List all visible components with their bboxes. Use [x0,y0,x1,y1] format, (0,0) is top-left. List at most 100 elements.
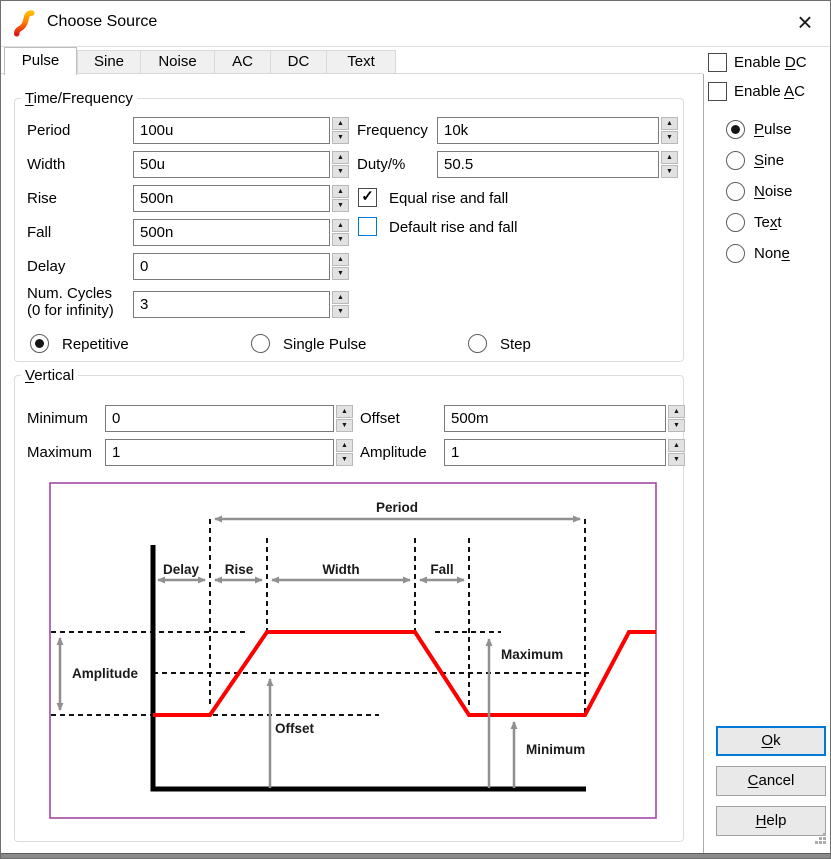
source-radio-sine-label: Sine [754,152,784,169]
width-input[interactable] [133,151,330,178]
window-bottom-border [1,853,830,859]
source-radio-text[interactable] [726,213,745,232]
rise-spinner[interactable]: ▲ ▼ [332,185,349,212]
equal-rise-fall-checkbox[interactable]: ✓ [358,188,377,207]
tab-ac[interactable]: AC [214,50,271,74]
frequency-input[interactable] [437,117,659,144]
spin-down-icon[interactable]: ▼ [668,419,685,432]
amplitude-input[interactable] [444,439,666,466]
spin-down-icon[interactable]: ▼ [336,453,353,466]
diagram-label-period: Period [376,500,418,515]
spin-down-icon[interactable]: ▼ [332,305,349,318]
minimum-spinner[interactable]: ▲ ▼ [336,405,353,432]
fall-input[interactable] [133,219,330,246]
source-radio-sine[interactable] [726,151,745,170]
ok-button[interactable]: Ok [716,726,826,756]
amplitude-spinner[interactable]: ▲ ▼ [668,439,685,466]
minimum-input[interactable] [105,405,334,432]
tab-text[interactable]: Text [326,50,396,74]
spin-up-icon[interactable]: ▲ [336,439,353,452]
offset-spinner[interactable]: ▲ ▼ [668,405,685,432]
spin-up-icon[interactable]: ▲ [668,439,685,452]
tab-dc[interactable]: DC [270,50,327,74]
vertical-legend: Vertical [21,367,78,384]
enable-ac-checkbox[interactable] [708,82,727,101]
duty-input[interactable] [437,151,659,178]
frequency-spinner[interactable]: ▲ ▼ [661,117,678,144]
default-rise-fall-checkbox[interactable] [358,217,377,236]
tab-pulse[interactable]: Pulse [4,47,77,75]
source-radio-none[interactable] [726,244,745,263]
time-frequency-legend: Time/Frequency [21,90,137,107]
mode-radio-single-pulse[interactable] [251,334,270,353]
spin-up-icon[interactable]: ▲ [661,151,678,164]
equal-rise-fall-label: Equal rise and fall [389,190,508,207]
tab-bar: Pulse Sine Noise AC DC Text [3,47,703,74]
num-cycles-label-line2: (0 for infinity) [27,302,114,319]
choose-source-dialog: Choose Source × Pulse Sine Noise AC DC T… [0,0,831,859]
minimum-label: Minimum [27,410,88,427]
spin-up-icon[interactable]: ▲ [336,405,353,418]
fall-label: Fall [27,224,51,241]
offset-input[interactable] [444,405,666,432]
rise-input[interactable] [133,185,330,212]
spin-up-icon[interactable]: ▲ [332,291,349,304]
spin-down-icon[interactable]: ▼ [332,131,349,144]
source-radio-noise-label: Noise [754,183,792,200]
fall-spinner[interactable]: ▲ ▼ [332,219,349,246]
spin-down-icon[interactable]: ▼ [332,165,349,178]
diagram-border [50,483,656,818]
mode-radio-step[interactable] [468,334,487,353]
num-cycles-input[interactable] [133,291,330,318]
spin-up-icon[interactable]: ▲ [661,117,678,130]
offset-label: Offset [360,410,400,427]
vertical-group: Vertical Minimum ▲ ▼ Offset ▲ ▼ Maximum … [14,375,684,842]
spin-up-icon[interactable]: ▲ [332,117,349,130]
spin-up-icon[interactable]: ▲ [668,405,685,418]
enable-ac-label: Enable AC [734,83,805,100]
spin-down-icon[interactable]: ▼ [668,453,685,466]
cancel-button[interactable]: Cancel [716,766,826,796]
panel-separator [703,74,704,853]
spin-down-icon[interactable]: ▼ [661,131,678,144]
diagram-label-amplitude: Amplitude [72,666,138,681]
tab-strip-line [1,73,703,74]
maximum-input[interactable] [105,439,334,466]
mode-radio-repetitive-label: Repetitive [62,336,129,353]
spin-down-icon[interactable]: ▼ [332,267,349,280]
diagram-label-minimum: Minimum [526,742,585,757]
period-label: Period [27,122,70,139]
diagram-label-width: Width [322,562,359,577]
enable-dc-checkbox[interactable] [708,53,727,72]
spin-up-icon[interactable]: ▲ [332,219,349,232]
mode-radio-step-label: Step [500,336,531,353]
frequency-label: Frequency [357,122,428,139]
maximum-spinner[interactable]: ▲ ▼ [336,439,353,466]
amplitude-label: Amplitude [360,444,427,461]
delay-spinner[interactable]: ▲ ▼ [332,253,349,280]
width-spinner[interactable]: ▲ ▼ [332,151,349,178]
close-icon[interactable]: × [790,7,820,39]
spin-down-icon[interactable]: ▼ [332,199,349,212]
titlebar: Choose Source × [1,1,830,46]
spin-up-icon[interactable]: ▲ [332,151,349,164]
period-input[interactable] [133,117,330,144]
spin-up-icon[interactable]: ▲ [332,253,349,266]
delay-input[interactable] [133,253,330,280]
resize-grip[interactable] [814,832,827,850]
mode-radio-repetitive[interactable] [30,334,49,353]
spin-down-icon[interactable]: ▼ [332,233,349,246]
num-cycles-spinner[interactable]: ▲ ▼ [332,291,349,318]
spin-down-icon[interactable]: ▼ [661,165,678,178]
tab-noise[interactable]: Noise [140,50,215,74]
duty-spinner[interactable]: ▲ ▼ [661,151,678,178]
spin-up-icon[interactable]: ▲ [332,185,349,198]
source-radio-pulse[interactable] [726,120,745,139]
source-radio-noise[interactable] [726,182,745,201]
mode-radio-single-pulse-label: Single Pulse [283,336,366,353]
spin-down-icon[interactable]: ▼ [336,419,353,432]
help-button[interactable]: Help [716,806,826,836]
num-cycles-label-line1: Num. Cycles [27,285,112,302]
period-spinner[interactable]: ▲ ▼ [332,117,349,144]
tab-sine[interactable]: Sine [77,50,141,74]
